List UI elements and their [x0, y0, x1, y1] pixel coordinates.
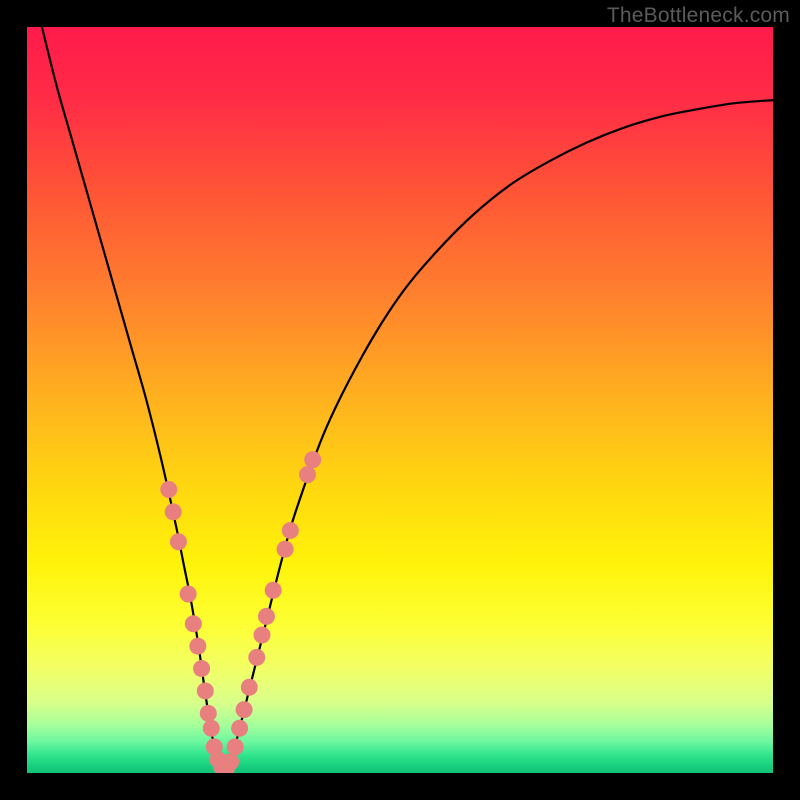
sample-dot [185, 615, 202, 632]
sample-dot [265, 582, 282, 599]
sample-dot [203, 720, 220, 737]
sample-dot [299, 466, 316, 483]
sample-dot [180, 585, 197, 602]
sample-dot [160, 481, 177, 498]
sample-dot [227, 738, 244, 755]
sample-dot [277, 541, 294, 558]
sample-dot [193, 660, 210, 677]
sample-dot [222, 753, 239, 770]
gradient-background [27, 27, 773, 773]
sample-dot [304, 451, 321, 468]
chart-svg [27, 27, 773, 773]
sample-dot [241, 679, 258, 696]
sample-dot [258, 608, 275, 625]
sample-dot [248, 649, 265, 666]
sample-dot [200, 705, 217, 722]
sample-dot [253, 626, 270, 643]
sample-dot [189, 638, 206, 655]
sample-dot [231, 720, 248, 737]
plot-area [27, 27, 773, 773]
sample-dot [236, 701, 253, 718]
watermark-text: TheBottleneck.com [607, 4, 790, 28]
sample-dot [165, 503, 182, 520]
sample-dot [197, 682, 214, 699]
outer-frame: TheBottleneck.com [0, 0, 800, 800]
sample-dot [282, 522, 299, 539]
sample-dot [170, 533, 187, 550]
